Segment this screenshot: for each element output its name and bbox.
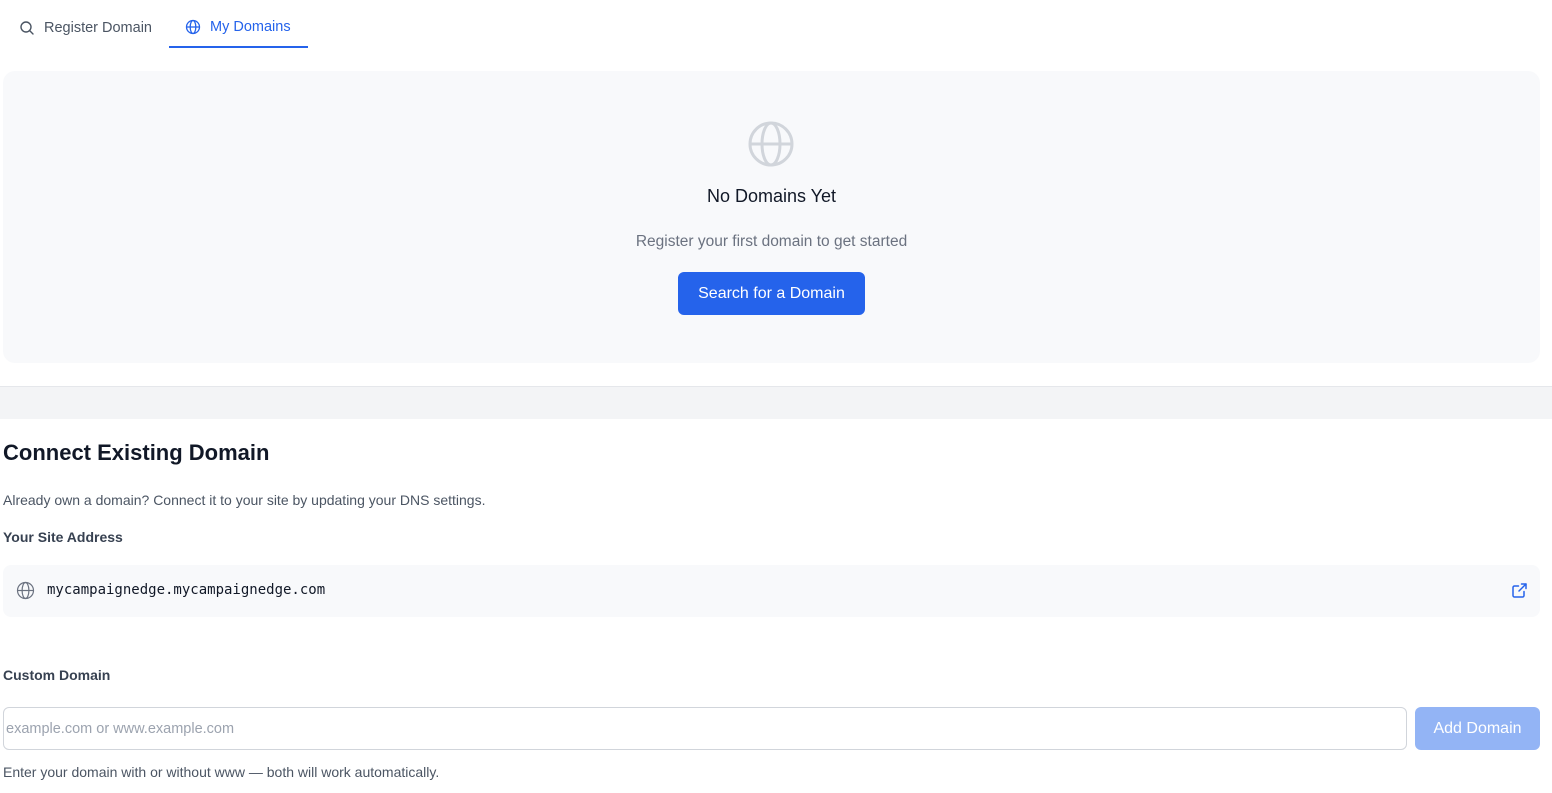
empty-state-title: No Domains Yet [706,186,837,206]
tab-label: Register Domain [44,20,152,36]
tab-register-domain[interactable]: Register Domain [19,8,152,48]
globe-icon [746,119,796,169]
external-link-icon[interactable] [1511,582,1528,599]
connect-domain-description: Already own a domain? Connect it to your… [3,492,486,508]
custom-domain-label: Custom Domain [3,667,111,683]
tab-my-domains[interactable]: My Domains [169,8,308,48]
globe-icon [16,581,35,600]
tab-bar: Register Domain My Domains [0,0,1552,48]
empty-state-subtitle: Register your first domain to get starte… [635,233,908,250]
custom-domain-hint: Enter your domain with or without www — … [3,764,440,780]
add-domain-button[interactable]: Add Domain [1415,707,1540,750]
globe-icon [185,19,201,35]
search-icon [19,20,35,36]
empty-state-card [3,71,1540,363]
section-divider [0,386,1552,419]
connect-domain-title: Connect Existing Domain [3,440,270,465]
search-for-domain-button[interactable]: Search for a Domain [678,272,865,315]
custom-domain-input[interactable] [3,707,1407,750]
tab-label: My Domains [210,19,291,35]
site-address-value: mycampaignedge.mycampaignedge.com [47,582,326,598]
site-address-label: Your Site Address [3,529,123,545]
